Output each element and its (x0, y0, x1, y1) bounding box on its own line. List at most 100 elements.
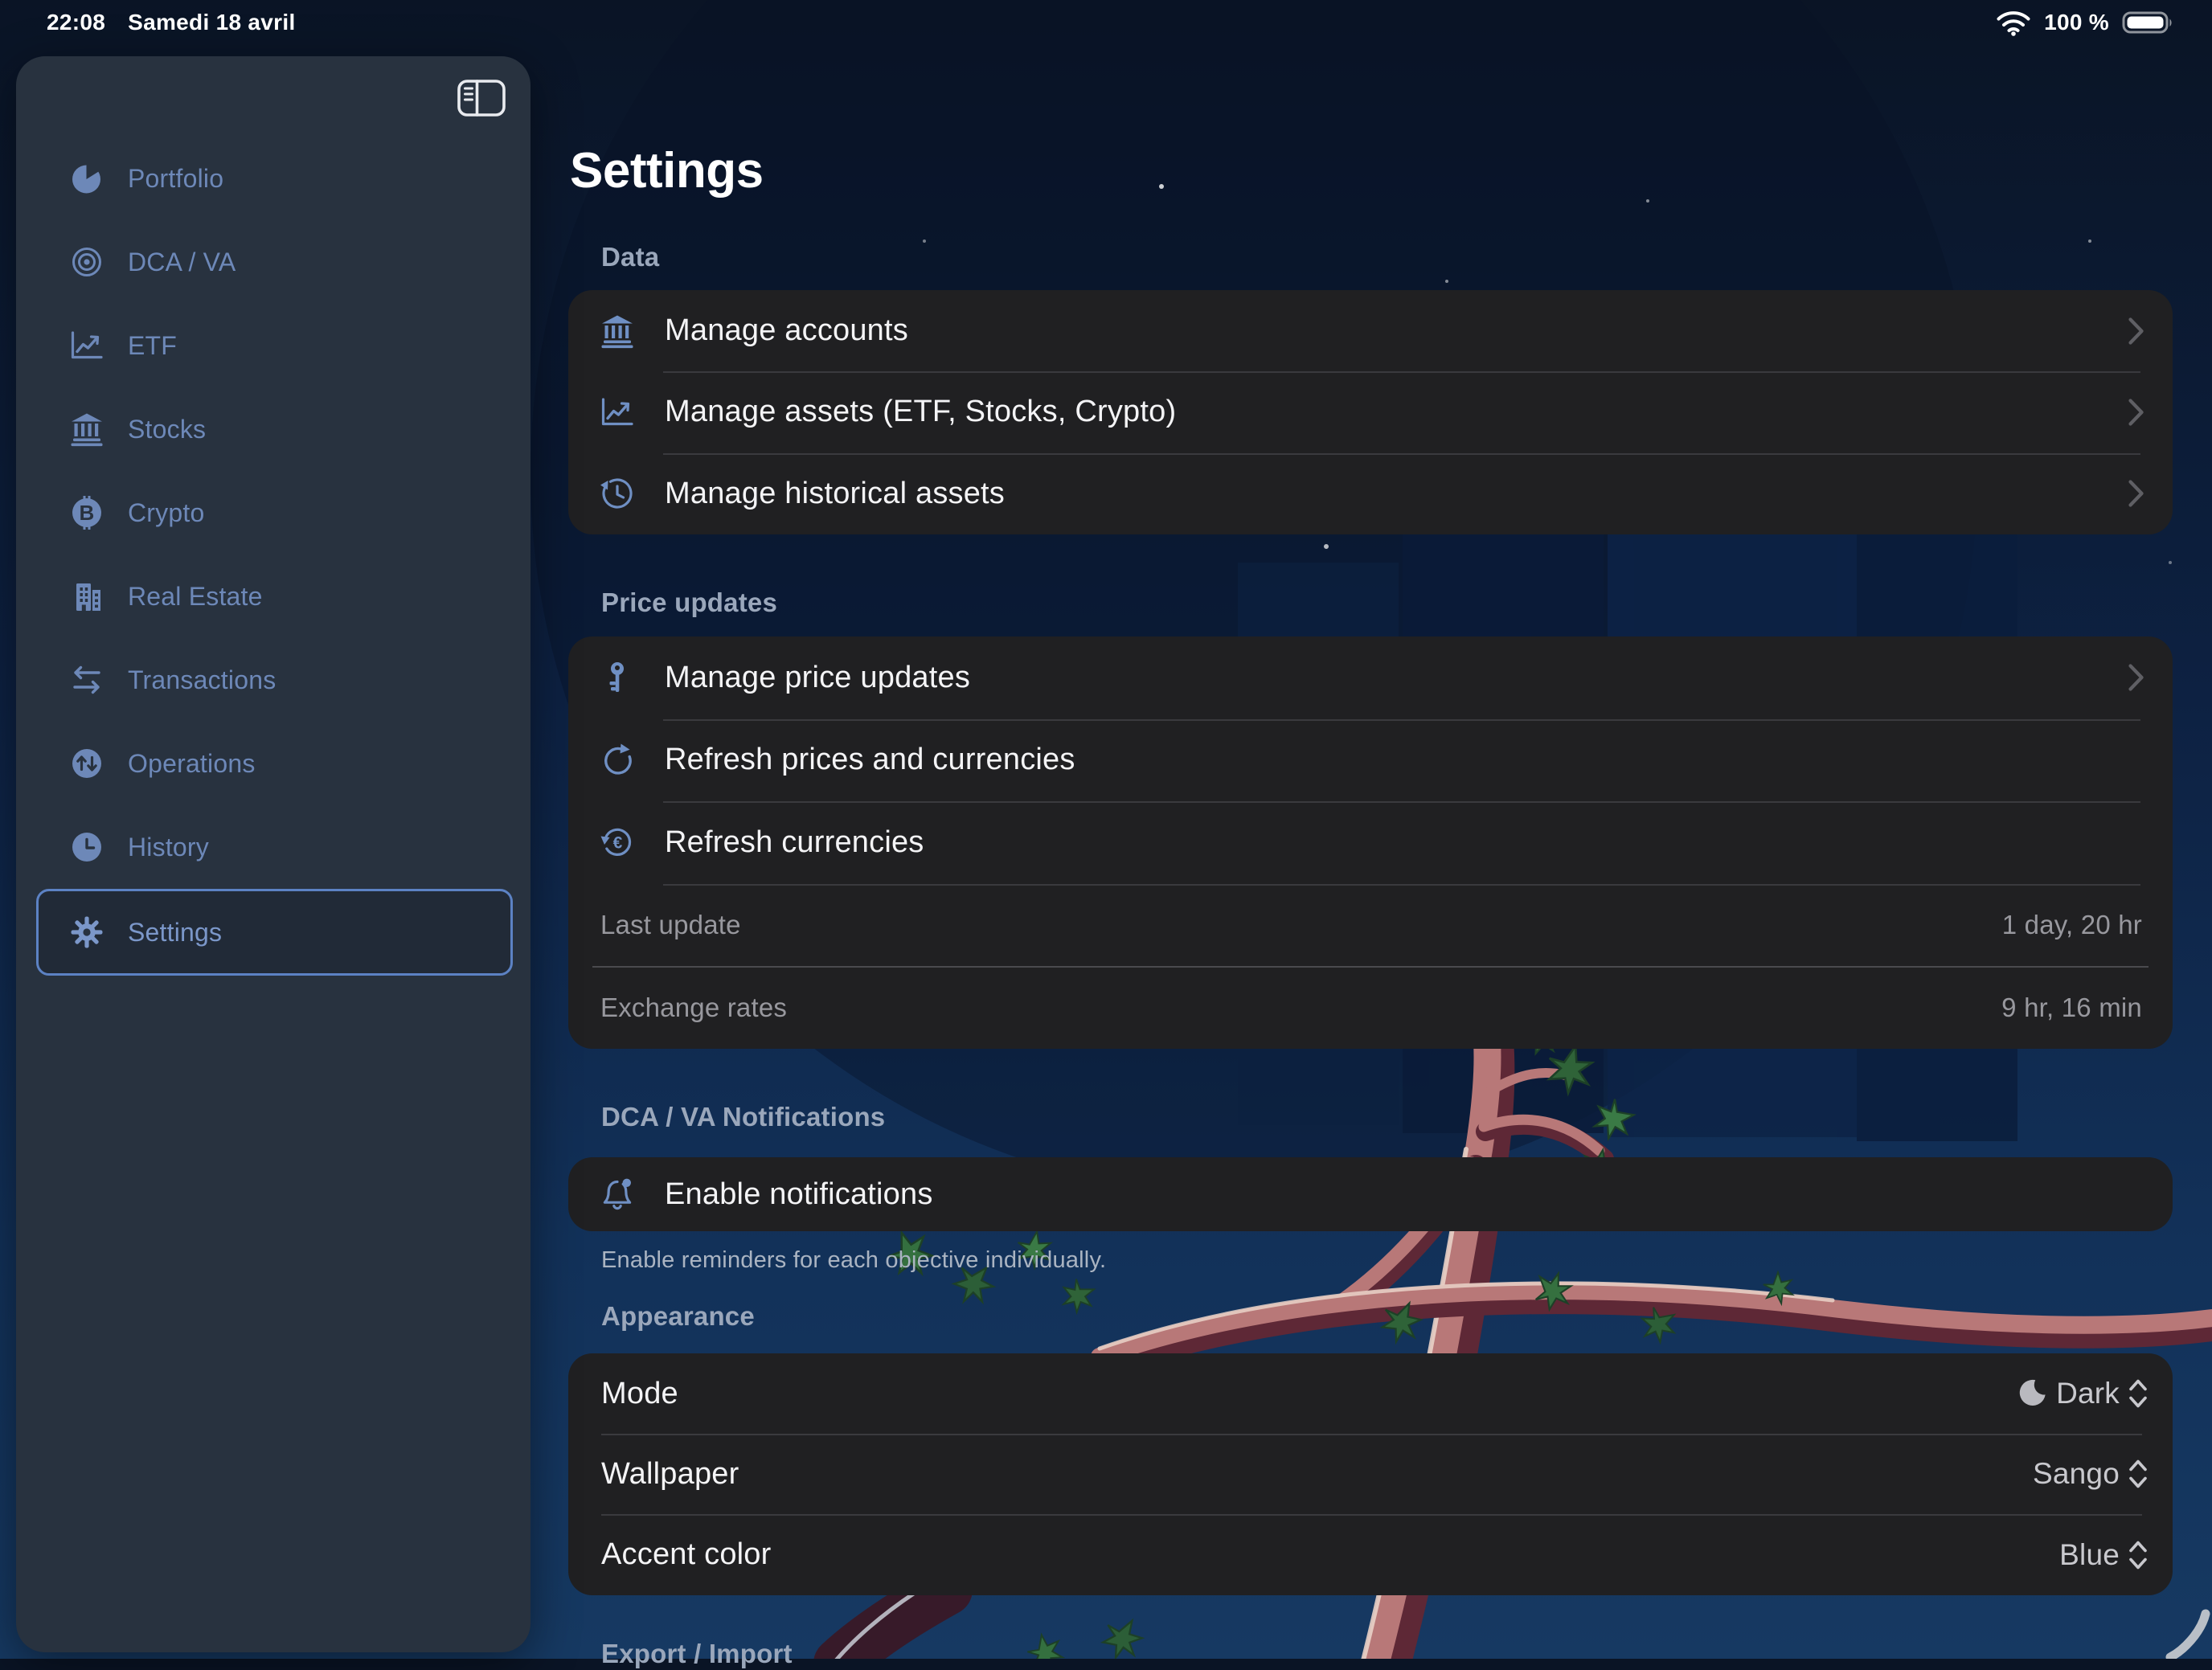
section-header-appearance: Appearance (601, 1300, 755, 1332)
row-label: Refresh prices and currencies (665, 743, 1075, 777)
manage-price-updates-row[interactable]: Manage price updates (568, 636, 2173, 719)
settings-page: Settings Data Manage accounts Manage ass… (568, 0, 2173, 1659)
section-header-notifications: DCA / VA Notifications (601, 1101, 885, 1133)
transfer-arrows-icon (69, 662, 104, 698)
manage-assets-row[interactable]: Manage assets (ETF, Stocks, Crypto) (568, 371, 2173, 452)
accent-color-value: Blue (2059, 1538, 2120, 1572)
sidebar-item-label: History (128, 833, 209, 862)
last-update-row: Last update 1 day, 20 hr (568, 884, 2173, 967)
chevron-up-down-icon (2128, 1537, 2149, 1574)
sidebar-item-crypto[interactable]: B Crypto (16, 471, 530, 555)
sidebar-toggle-button[interactable] (457, 77, 506, 119)
clock-history-icon (600, 476, 635, 511)
data-card: Manage accounts Manage assets (ETF, Stoc… (568, 290, 2173, 534)
clock-date: Samedi 18 avril (128, 10, 295, 35)
mode-row: Mode Dark (568, 1353, 2173, 1434)
battery-percent: 100 % (2044, 10, 2109, 35)
notifications-footnote: Enable reminders for each objective indi… (601, 1247, 1106, 1274)
section-header-price-updates: Price updates (601, 587, 777, 619)
line-chart-icon (600, 395, 635, 430)
svg-text:B: B (80, 501, 95, 525)
accent-color-select[interactable]: Blue (2059, 1537, 2149, 1574)
chevron-right-icon (2128, 317, 2145, 346)
sidebar-item-operations[interactable]: Operations (16, 722, 530, 805)
wallpaper-select[interactable]: Sango (2033, 1455, 2149, 1492)
mode-select[interactable]: Dark (2014, 1375, 2149, 1412)
target-icon (69, 244, 104, 280)
sidebar-item-real-estate[interactable]: Real Estate (16, 555, 530, 638)
battery-icon (2122, 9, 2175, 36)
section-header-data: Data (601, 241, 659, 273)
sidebar-item-label: Stocks (128, 415, 206, 444)
sidebar-item-label: Crypto (128, 498, 204, 528)
chevron-right-icon (2128, 663, 2145, 692)
sidebar-item-settings[interactable]: Settings (36, 889, 513, 976)
section-header-export-import: Export / Import (601, 1638, 793, 1670)
page-title: Settings (570, 146, 764, 196)
exchange-rates-row: Exchange rates 9 hr, 16 min (568, 966, 2173, 1049)
sidebar-item-label: Real Estate (128, 582, 263, 612)
sidebar-item-transactions[interactable]: Transactions (16, 638, 530, 722)
chevron-right-icon (2128, 479, 2145, 508)
row-label: Manage assets (ETF, Stocks, Crypto) (665, 395, 1176, 429)
bitcoin-icon: B (69, 495, 104, 530)
price-updates-card: Manage price updates Refresh prices and … (568, 636, 2173, 1049)
svg-text:€: € (613, 834, 623, 853)
manage-accounts-row[interactable]: Manage accounts (568, 290, 2173, 371)
sidebar-nav: Portfolio DCA / VA ETF (16, 137, 530, 976)
status-bar: 22:08 Samedi 18 avril 100 % (0, 0, 2212, 42)
line-chart-icon (69, 328, 104, 363)
sidebar-item-label: Transactions (128, 665, 276, 695)
mode-value: Dark (2056, 1377, 2120, 1410)
up-down-circle-icon (69, 746, 104, 781)
exchange-rates-value: 9 hr, 16 min (2001, 993, 2142, 1023)
chevron-up-down-icon (2128, 1455, 2149, 1492)
buildings-icon (69, 579, 104, 614)
clock-time: 22:08 (47, 10, 105, 35)
sidebar-item-label: ETF (128, 331, 177, 361)
last-update-value: 1 day, 20 hr (2002, 910, 2142, 940)
notifications-card: Enable notifications (568, 1157, 2173, 1231)
manage-historical-assets-row[interactable]: Manage historical assets (568, 453, 2173, 534)
row-label: Manage historical assets (665, 477, 1005, 511)
sidebar-item-label: Operations (128, 749, 256, 779)
accent-color-label: Accent color (601, 1537, 772, 1572)
wallpaper-row: Wallpaper Sango (568, 1434, 2173, 1514)
sidebar-item-label: DCA / VA (128, 248, 236, 277)
pie-chart-icon (69, 161, 104, 196)
wifi-icon (1996, 10, 2031, 36)
row-label: Refresh currencies (665, 825, 924, 860)
moon-icon (2014, 1377, 2048, 1410)
sidebar-item-dca-va[interactable]: DCA / VA (16, 220, 530, 304)
sidebar-item-label: Settings (128, 918, 222, 948)
refresh-prices-row[interactable]: Refresh prices and currencies (568, 719, 2173, 802)
chevron-up-down-icon (2128, 1375, 2149, 1412)
exchange-rates-label: Exchange rates (600, 993, 787, 1023)
sidebar-item-portfolio[interactable]: Portfolio (16, 137, 530, 220)
row-label: Manage accounts (665, 313, 908, 348)
enable-notifications-row[interactable]: Enable notifications (568, 1157, 2173, 1231)
clock-icon (69, 829, 104, 865)
refresh-icon (600, 743, 635, 778)
bank-icon (69, 411, 104, 447)
bank-icon (600, 313, 635, 349)
appearance-card: Mode Dark Wallpaper Sango Accent color B… (568, 1353, 2173, 1595)
euro-refresh-icon: € (600, 825, 635, 860)
gear-icon (69, 915, 104, 950)
last-update-label: Last update (600, 910, 741, 940)
sidebar-item-history[interactable]: History (16, 805, 530, 889)
sidebar-item-label: Portfolio (128, 164, 223, 194)
row-label: Enable notifications (665, 1177, 933, 1212)
refresh-currencies-row[interactable]: € Refresh currencies (568, 801, 2173, 884)
chevron-right-icon (2128, 398, 2145, 427)
row-label: Manage price updates (665, 661, 970, 695)
bell-badge-icon (600, 1177, 635, 1212)
key-icon (600, 660, 635, 695)
sidebar-item-stocks[interactable]: Stocks (16, 387, 530, 471)
sidebar-toggle-icon (457, 77, 506, 119)
mode-label: Mode (601, 1377, 678, 1411)
sidebar: Portfolio DCA / VA ETF (16, 56, 530, 1652)
sidebar-item-etf[interactable]: ETF (16, 304, 530, 387)
wallpaper-value: Sango (2033, 1457, 2120, 1491)
wallpaper-label: Wallpaper (601, 1457, 739, 1492)
